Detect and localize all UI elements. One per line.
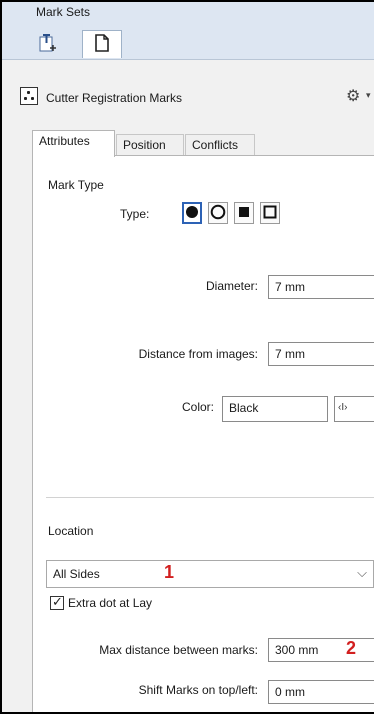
- distance-field[interactable]: 7 mm: [268, 342, 374, 366]
- attributes-content: [32, 156, 374, 712]
- text-mark-add-icon: [38, 32, 62, 57]
- open-circle-icon: [210, 204, 226, 223]
- color-picker-icon: ‹I›: [338, 402, 348, 413]
- tab-attributes[interactable]: Attributes: [32, 130, 115, 157]
- location-heading: Location: [48, 524, 94, 538]
- diameter-label: Diameter:: [205, 279, 258, 293]
- mark-set-title-row: Cutter Registration Marks ⚙ ▾: [2, 82, 374, 118]
- type-filled-square-button[interactable]: [234, 202, 254, 224]
- annotation-two: 2: [346, 638, 357, 658]
- checkmark-icon: ✓: [52, 594, 63, 609]
- color-field[interactable]: Black: [222, 396, 328, 422]
- type-open-circle-button[interactable]: [208, 202, 228, 224]
- panel-title: Mark Sets: [36, 5, 91, 19]
- chevron-down-icon: ⌵: [357, 565, 367, 580]
- type-open-square-button[interactable]: [260, 202, 280, 224]
- gear-icon[interactable]: ⚙: [346, 86, 360, 106]
- distance-label: Distance from images:: [138, 347, 258, 361]
- annotation-one: 1: [164, 562, 175, 582]
- new-mark-set-button[interactable]: [30, 30, 70, 58]
- gear-dropdown-icon[interactable]: ▾: [366, 90, 371, 101]
- diameter-field[interactable]: 7 mm: [268, 275, 374, 299]
- color-label: Color:: [181, 400, 214, 414]
- page-icon: [93, 33, 111, 56]
- extra-dot-checkbox[interactable]: ✓: [50, 594, 64, 610]
- color-picker-button[interactable]: ‹I›: [334, 396, 374, 422]
- filled-square-icon: [238, 206, 250, 221]
- panel-header: Mark Sets: [2, 2, 374, 60]
- max-distance-label: Max distance between marks:: [99, 643, 258, 657]
- extra-dot-label: Extra dot at Lay: [68, 596, 153, 610]
- type-label: Type:: [120, 207, 150, 221]
- mark-sets-panel: Mark Sets Cutter Registration Marks ⚙ ▾ …: [0, 0, 374, 714]
- tab-position[interactable]: Position: [116, 134, 184, 156]
- location-select-value: All Sides: [53, 567, 100, 581]
- type-filled-circle-button[interactable]: [182, 202, 202, 224]
- shift-marks-label: Shift Marks on top/left:: [138, 683, 258, 697]
- registration-marks-icon: [20, 87, 38, 105]
- open-square-icon: [263, 205, 277, 222]
- shift-marks-field[interactable]: 0 mm: [268, 680, 374, 704]
- max-distance-field[interactable]: 300 mm: [268, 638, 374, 662]
- page-view-button[interactable]: [82, 30, 122, 58]
- mark-set-name: Cutter Registration Marks: [46, 91, 183, 105]
- location-select[interactable]: All Sides ⌵: [46, 560, 374, 588]
- tab-conflicts[interactable]: Conflicts: [185, 134, 255, 156]
- section-divider: [46, 497, 374, 498]
- mark-type-heading: Mark Type: [48, 178, 104, 192]
- filled-circle-icon: [185, 205, 199, 222]
